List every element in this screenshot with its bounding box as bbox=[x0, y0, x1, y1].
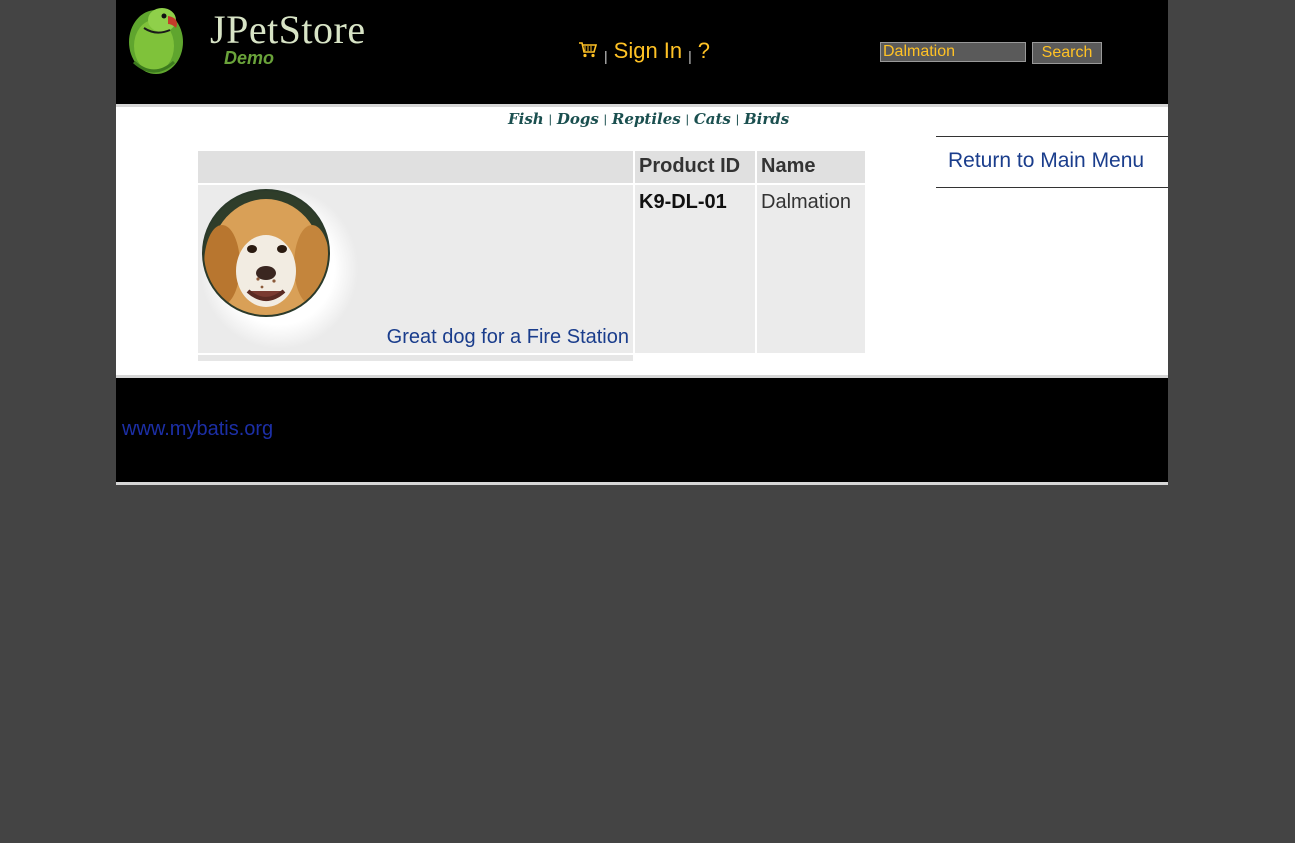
sign-in-link[interactable]: Sign In bbox=[614, 38, 683, 64]
logo-title: JPetStore bbox=[210, 7, 366, 52]
quick-link-cats[interactable]: Cats bbox=[694, 110, 731, 128]
quick-link-fish[interactable]: Fish bbox=[508, 110, 544, 128]
table-cell-product-id: K9-DL-01 bbox=[635, 185, 755, 353]
dog-photo[interactable] bbox=[200, 187, 358, 349]
cart-link[interactable] bbox=[578, 38, 598, 64]
mybatis-link[interactable]: www.mybatis.org bbox=[122, 418, 273, 441]
table-footer-row bbox=[198, 355, 633, 361]
product-name: Dalmation bbox=[761, 191, 852, 213]
content: Fish | Dogs | Reptiles | Cats | Birds Pr… bbox=[116, 107, 1168, 375]
menu-separator: | bbox=[604, 48, 608, 64]
quick-link-separator: | bbox=[603, 112, 607, 126]
column-header-name-label: Name bbox=[761, 155, 816, 177]
logo-subtitle: Demo bbox=[224, 48, 275, 68]
table-cell-name: Dalmation bbox=[757, 185, 865, 353]
return-to-main-menu-link[interactable]: Return to Main Menu bbox=[948, 149, 1144, 173]
column-header-product-id-label: Product ID bbox=[639, 155, 741, 177]
column-header-name: Name bbox=[757, 151, 865, 183]
cart-icon bbox=[579, 42, 598, 58]
search-form: Search bbox=[880, 42, 1102, 64]
page-wrapper: JPetStore Demo | Sign In | ? Search bbox=[116, 0, 1168, 485]
column-header-product-id: Product ID bbox=[635, 151, 755, 183]
footer: www.mybatis.org bbox=[116, 378, 1168, 482]
logo[interactable]: JPetStore Demo bbox=[124, 2, 404, 76]
quick-link-separator: | bbox=[735, 112, 739, 126]
product-description-link[interactable]: Great dog for a Fire Station bbox=[387, 326, 629, 349]
quick-link-reptiles[interactable]: Reptiles bbox=[612, 110, 681, 128]
product-id-link[interactable]: K9-DL-01 bbox=[639, 191, 727, 214]
search-input[interactable] bbox=[880, 42, 1026, 62]
quick-link-separator: | bbox=[685, 112, 689, 126]
header: JPetStore Demo | Sign In | ? Search bbox=[116, 0, 1168, 104]
quick-link-separator: | bbox=[548, 112, 552, 126]
table-cell-image: Great dog for a Fire Station bbox=[198, 185, 633, 353]
column-header-image bbox=[198, 151, 633, 183]
back-link-box: Return to Main Menu bbox=[936, 136, 1168, 188]
header-menu: | Sign In | ? bbox=[578, 38, 710, 64]
search-button[interactable]: Search bbox=[1032, 42, 1102, 64]
quick-link-birds[interactable]: Birds bbox=[744, 110, 789, 128]
parrot-logo-icon bbox=[129, 8, 183, 74]
quick-link-dogs[interactable]: Dogs bbox=[557, 110, 599, 128]
menu-separator: | bbox=[688, 48, 692, 64]
quick-links: Fish | Dogs | Reptiles | Cats | Birds bbox=[508, 110, 789, 128]
footer-bottom-rule bbox=[116, 482, 1168, 485]
help-link[interactable]: ? bbox=[698, 38, 710, 64]
